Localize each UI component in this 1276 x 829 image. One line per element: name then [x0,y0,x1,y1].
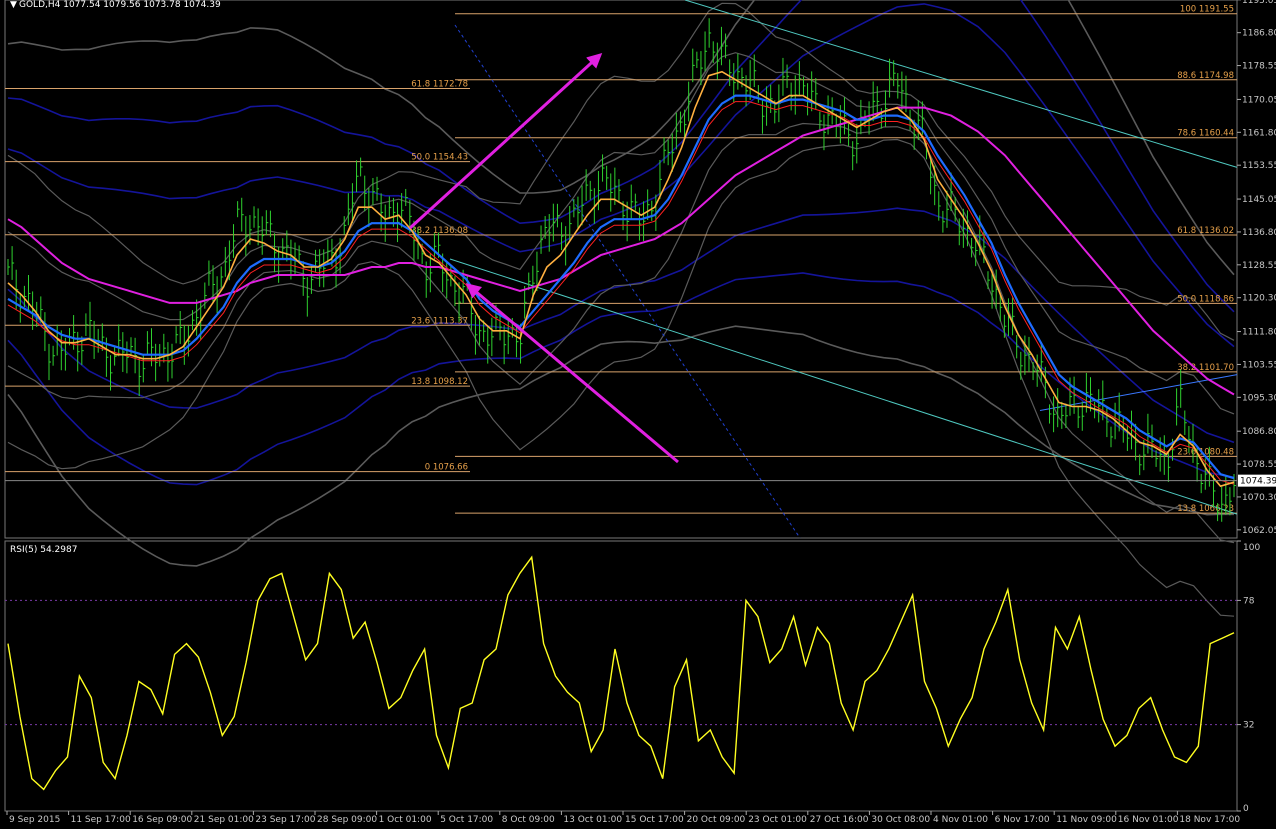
price-tick-label: 1145.05 [1242,195,1276,205]
price-tick-label: 1103.55 [1242,360,1276,370]
time-tick-label: 1 Oct 01:00 [379,815,432,825]
fib-level-label: 100 1191.55 [1180,5,1234,15]
price-tick-label: 1062.05 [1242,526,1276,536]
fib-level-label: 13.8 1098.12 [411,377,468,387]
time-tick-label: 5 Oct 17:00 [440,815,493,825]
symbol-header: GOLD,H4 1077.54 1079.56 1073.78 1074.39 [19,0,221,10]
time-tick-label: 8 Oct 09:00 [502,815,555,825]
symbol-header-arrow-icon[interactable]: ▼ [10,0,17,10]
time-tick-label: 30 Oct 08:00 [871,815,930,825]
time-tick-label: 11 Nov 09:00 [1056,815,1117,825]
price-tick-label: 1153.55 [1242,161,1276,171]
price-tick-label: 1070.30 [1242,493,1276,503]
time-tick-label: 4 Nov 01:00 [933,815,988,825]
chart-window: 61.8 1172.78 50.0 1154.43 38.2 1136.08 23.6… [0,0,1276,825]
price-tick-label: 1078.55 [1242,460,1276,470]
price-tick-label: 1136.80 [1242,228,1276,238]
price-tick-label: 1128.55 [1242,261,1276,271]
fib-level-label: 0 1076.66 [425,463,468,473]
fib-level-label: 38.2 1136.08 [411,226,468,236]
time-tick-label: 21 Sep 01:00 [194,815,254,825]
chart-canvas[interactable]: 61.8 1172.7850.0 1154.4338.2 1136.0823.6… [0,0,1276,825]
price-tick-label: 1086.80 [1242,427,1276,437]
time-tick-label: 6 Nov 17:00 [995,815,1050,825]
rsi-header: RSI(5) 54.2987 [10,545,77,555]
time-tick-label: 13 Oct 01:00 [563,815,622,825]
price-tick-label: 1170.05 [1242,95,1276,105]
price-tick-label: 1120.30 [1242,294,1276,304]
price-tick-label: 1111.80 [1242,328,1276,338]
time-tick-label: 11 Sep 17:00 [71,815,131,825]
price-tick-label: 1186.80 [1242,29,1276,39]
fib-level-label: 88.6 1174.98 [1177,71,1234,81]
time-tick-label: 9 Sep 2015 [9,815,60,825]
time-tick-label: 28 Sep 09:00 [317,815,377,825]
time-tick-label: 18 Nov 17:00 [1179,815,1240,825]
fib-level-label: 61.8 1172.78 [411,80,468,90]
fib-level-label: 38.2 1101.70 [1177,363,1234,373]
fib-level-label: 50.0 1154.43 [411,153,468,163]
fib-level-label: 78.6 1160.44 [1177,129,1234,139]
price-tick-label: 1095.30 [1242,393,1276,403]
time-tick-label: 23 Sep 17:00 [255,815,315,825]
price-tick-label: 1195.05 [1242,0,1276,6]
time-tick-label: 23 Oct 01:00 [748,815,807,825]
price-tick-label: 1178.55 [1242,62,1276,72]
price-tick-label: 1161.80 [1242,128,1276,138]
fib-level-label: 50.0 1118.86 [1177,294,1234,304]
fib-level-label: 61.8 1136.02 [1177,226,1234,236]
time-tick-label: 16 Nov 01:00 [1118,815,1179,825]
time-tick-label: 16 Sep 09:00 [132,815,192,825]
time-tick-label: 20 Oct 09:00 [687,815,746,825]
rsi-tick-label: 32 [1243,721,1254,731]
time-tick-label: 27 Oct 16:00 [810,815,869,825]
current-price-label: 1074.39 [1240,477,1276,487]
rsi-tick-label: 78 [1243,596,1255,606]
time-tick-label: 15 Oct 17:00 [625,815,684,825]
chart-background [0,0,1276,825]
rsi-tick-label: 0 [1243,804,1249,814]
rsi-tick-label: 100 [1243,543,1260,553]
